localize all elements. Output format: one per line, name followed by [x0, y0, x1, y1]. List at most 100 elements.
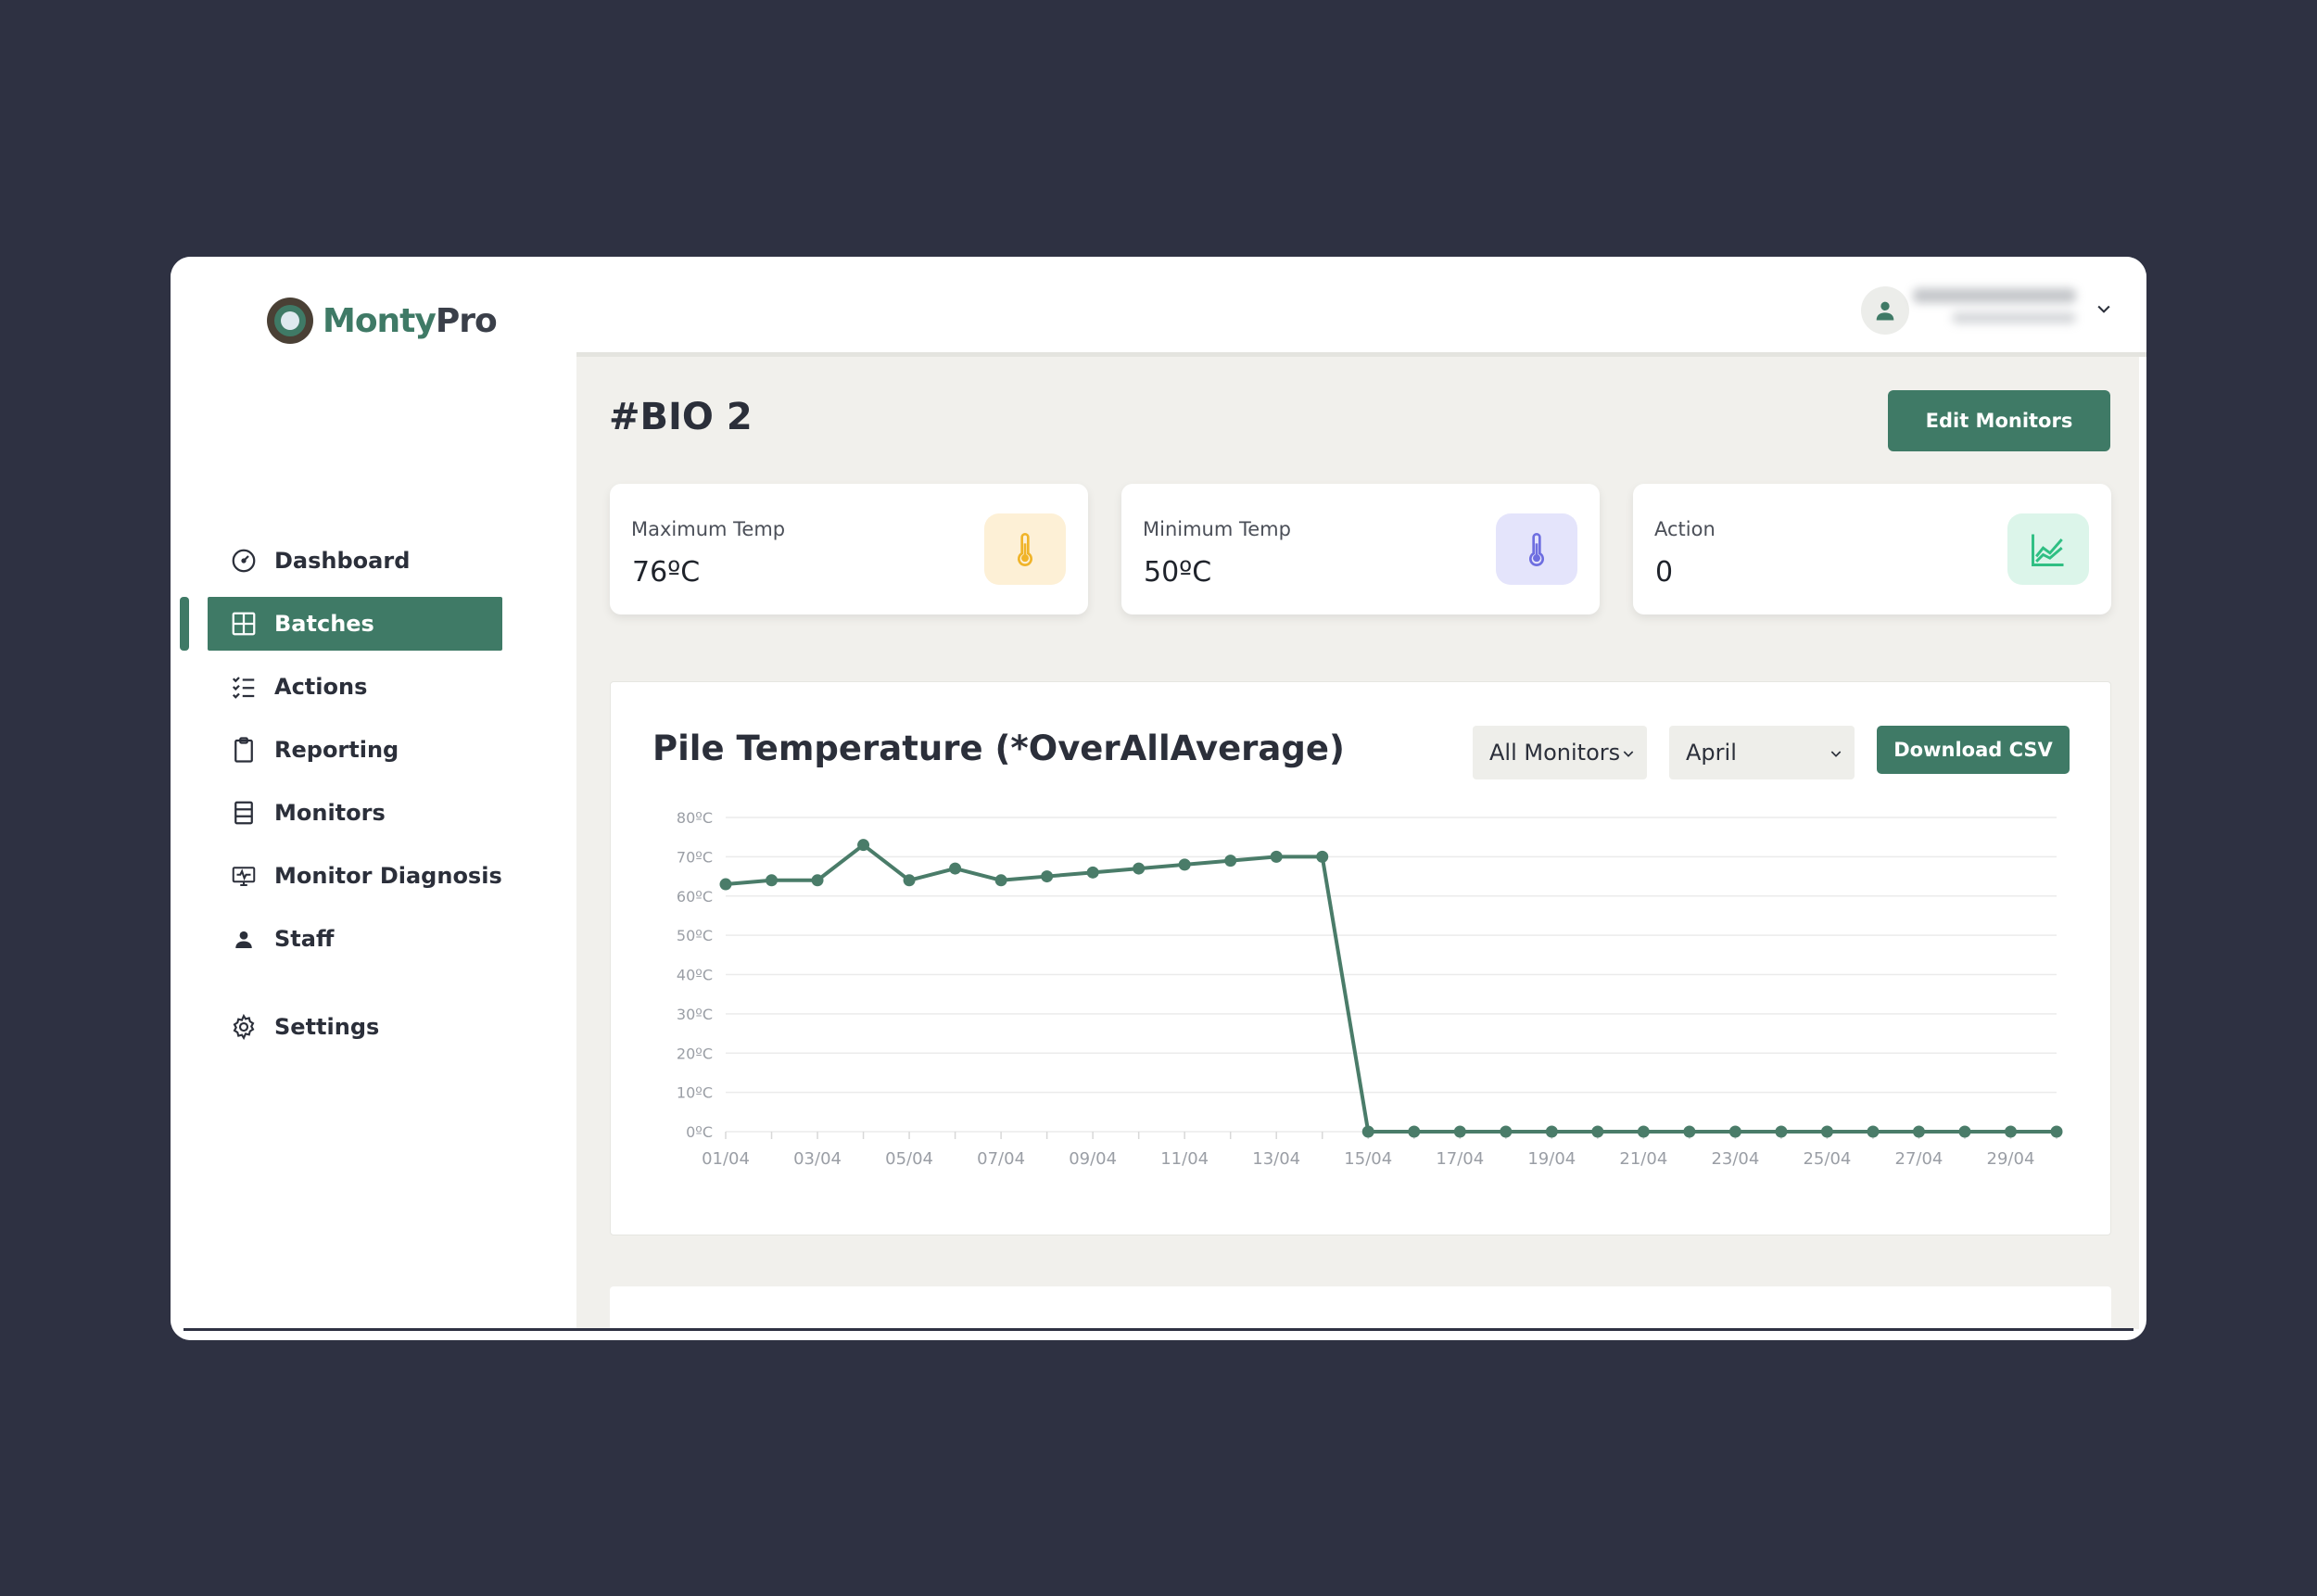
- chevron-down-icon[interactable]: [2095, 299, 2113, 318]
- logo[interactable]: MontyPro: [267, 298, 498, 344]
- sidebar-item-batches[interactable]: Batches: [208, 597, 502, 651]
- data-point: [1683, 1125, 1696, 1138]
- stat-label: Action: [1654, 518, 1716, 540]
- sidebar: MontyPro Dashboard Batches Actions Repor…: [171, 257, 576, 1340]
- y-tick-label: 70ºC: [677, 848, 713, 866]
- sidebar-item-monitors[interactable]: Monitors: [208, 786, 502, 840]
- x-tick-label: 19/04: [1527, 1149, 1576, 1169]
- user-info-blurred[interactable]: [1913, 288, 2076, 331]
- data-point: [949, 862, 962, 875]
- page-title: #BIO 2: [609, 396, 753, 438]
- pile-temperature-panel: Pile Temperature (*OverAllAverage) All M…: [610, 681, 2111, 1235]
- stat-value: 76ºC: [632, 556, 701, 589]
- x-tick-label: 09/04: [1069, 1149, 1117, 1169]
- y-tick-label: 30ºC: [677, 1006, 713, 1023]
- sidebar-item-label: Actions: [274, 674, 368, 700]
- data-point: [1361, 1125, 1374, 1138]
- data-point: [1820, 1125, 1833, 1138]
- data-point: [1545, 1125, 1558, 1138]
- x-tick-label: 27/04: [1895, 1149, 1943, 1169]
- series-line: [725, 842, 2057, 1134]
- user-icon: [1876, 301, 1894, 321]
- sidebar-item-staff[interactable]: Staff: [208, 912, 502, 966]
- stat-card-min-temp: Minimum Temp 50ºC: [1121, 484, 1600, 614]
- sidebar-item-monitor-diagnosis[interactable]: Monitor Diagnosis: [208, 849, 502, 903]
- grid-icon: [232, 612, 256, 636]
- data-point: [1500, 1125, 1513, 1138]
- avatar[interactable]: [1861, 286, 1909, 335]
- x-tick-label: 15/04: [1344, 1149, 1392, 1169]
- data-point: [1270, 850, 1283, 863]
- data-point: [1591, 1125, 1604, 1138]
- main-content: #BIO 2 Edit Monitors Maximum Temp 76ºC M…: [576, 357, 2139, 1340]
- y-tick-label: 40ºC: [677, 967, 713, 984]
- window-divider: [184, 1328, 2133, 1331]
- x-tick-label: 21/04: [1619, 1149, 1667, 1169]
- logo-icon: [267, 298, 313, 344]
- logo-text: MontyPro: [323, 301, 498, 340]
- thermometer-icon: [1496, 513, 1577, 585]
- data-point: [2004, 1125, 2017, 1138]
- sidebar-item-label: Dashboard: [274, 548, 411, 574]
- data-point: [857, 839, 870, 852]
- data-point: [766, 874, 779, 887]
- x-tick-label: 13/04: [1252, 1149, 1300, 1169]
- edit-monitors-button[interactable]: Edit Monitors: [1888, 390, 2110, 451]
- y-tick-label: 20ºC: [677, 1045, 713, 1062]
- gear-icon: [233, 1013, 255, 1041]
- stat-value: 50ºC: [1144, 556, 1212, 589]
- data-point: [719, 878, 732, 891]
- sidebar-item-label: Monitors: [274, 800, 386, 826]
- y-tick-label: 10ºC: [677, 1084, 713, 1102]
- gauge-icon: [232, 549, 256, 573]
- x-tick-label: 01/04: [702, 1149, 750, 1169]
- stat-card-action: Action 0: [1633, 484, 2111, 614]
- data-point: [903, 874, 916, 887]
- y-tick-label: 50ºC: [677, 927, 713, 944]
- thermometer-icon: [984, 513, 1066, 585]
- y-tick-label: 80ºC: [677, 809, 713, 827]
- temperature-line-chart: 0ºC 10ºC 20ºC 30ºC 40ºC 50ºC 60ºC 70ºC 80ºC 01/04…: [677, 809, 2063, 1169]
- data-point: [1133, 862, 1146, 875]
- data-point: [811, 874, 824, 887]
- monitor-list-icon: [234, 801, 253, 825]
- x-tick-label: 05/04: [885, 1149, 933, 1169]
- data-point: [1316, 850, 1329, 863]
- sidebar-item-actions[interactable]: Actions: [208, 660, 502, 714]
- checklist-icon: [232, 677, 255, 699]
- stat-label: Maximum Temp: [631, 518, 786, 540]
- stat-label: Minimum Temp: [1143, 518, 1291, 540]
- x-tick-label: 11/04: [1160, 1149, 1209, 1169]
- data-point: [1728, 1125, 1741, 1138]
- data-point: [1178, 858, 1191, 871]
- stat-value: 0: [1655, 556, 1674, 589]
- sidebar-item-dashboard[interactable]: Dashboard: [208, 534, 502, 588]
- next-panel: [610, 1286, 2111, 1340]
- data-point: [1958, 1125, 1971, 1138]
- person-icon: [235, 931, 252, 948]
- clipboard-icon: [234, 737, 253, 763]
- sidebar-item-label: Settings: [274, 1014, 380, 1040]
- x-tick-label: 03/04: [793, 1149, 842, 1169]
- x-tick-label: 29/04: [1987, 1149, 2035, 1169]
- data-point: [2050, 1125, 2063, 1138]
- stat-card-max-temp: Maximum Temp 76ºC: [610, 484, 1088, 614]
- top-bar: [576, 257, 2146, 357]
- data-point: [994, 874, 1007, 887]
- data-point: [1912, 1125, 1925, 1138]
- trend-chart-icon: [2007, 513, 2089, 585]
- x-tick-label: 07/04: [977, 1149, 1025, 1169]
- data-point: [1775, 1125, 1788, 1138]
- data-point: [1867, 1125, 1880, 1138]
- sidebar-item-label: Monitor Diagnosis: [274, 863, 502, 889]
- data-point: [1637, 1125, 1650, 1138]
- y-tick-label: 0ºC: [686, 1123, 713, 1141]
- x-tick-label: 23/04: [1711, 1149, 1759, 1169]
- data-point: [1224, 855, 1237, 868]
- app-window: MontyPro Dashboard Batches Actions Repor…: [171, 257, 2146, 1340]
- diagnosis-icon: [232, 867, 256, 886]
- x-tick-label: 17/04: [1436, 1149, 1484, 1169]
- data-point: [1086, 866, 1099, 879]
- sidebar-item-reporting[interactable]: Reporting: [208, 723, 502, 777]
- sidebar-item-settings[interactable]: Settings: [208, 1000, 502, 1054]
